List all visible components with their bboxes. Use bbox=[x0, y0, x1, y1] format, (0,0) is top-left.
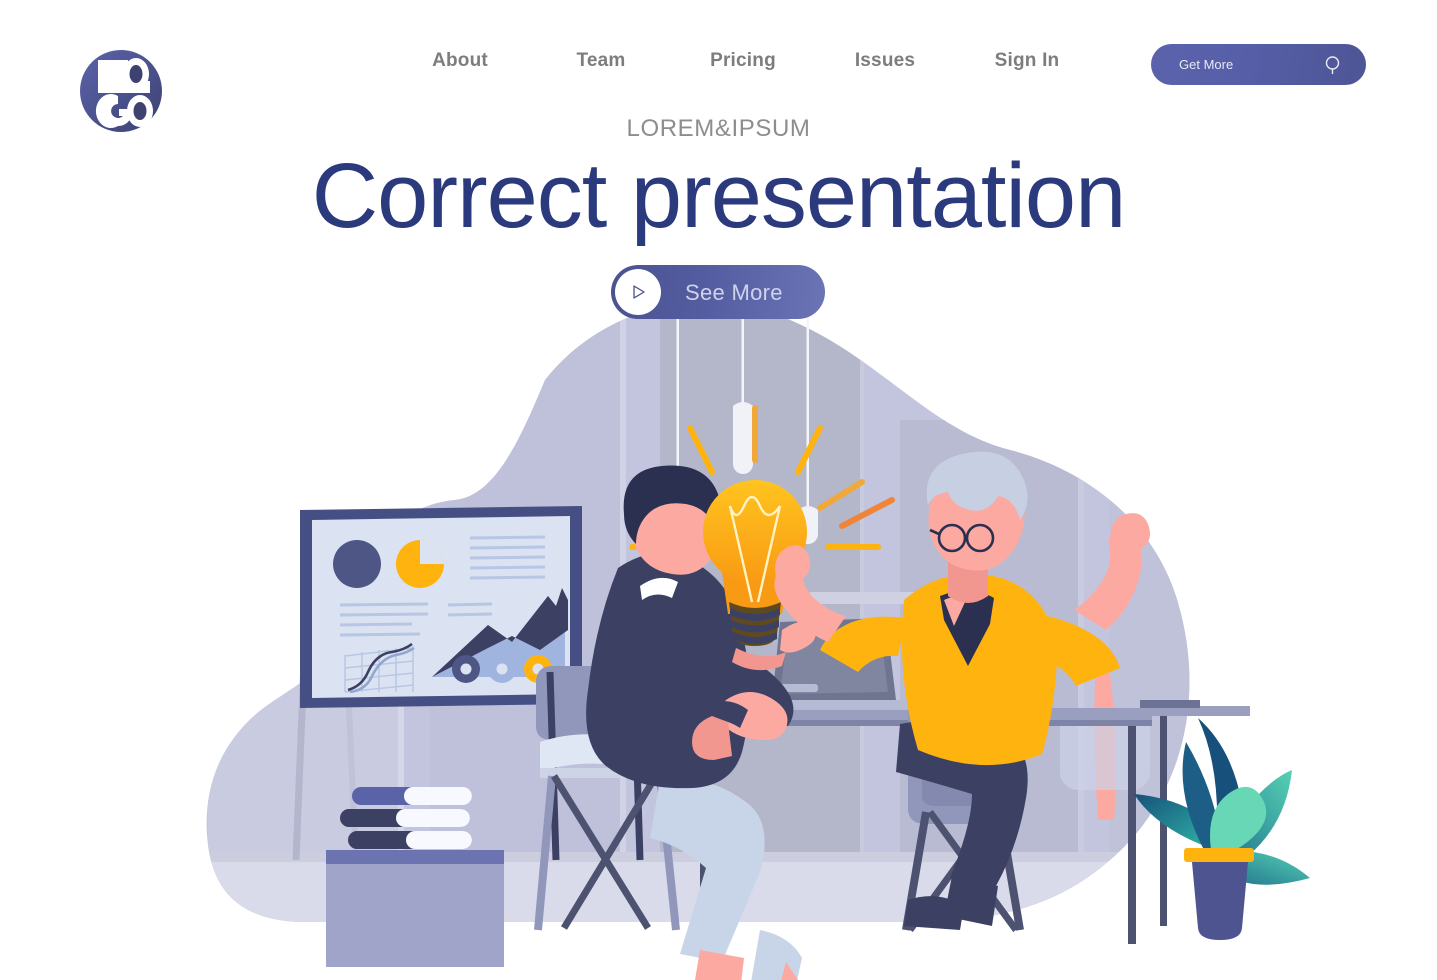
hero-kicker: LOREM&IPSUM bbox=[626, 115, 811, 142]
pie-chart-yellow bbox=[395, 540, 444, 588]
see-more-label: See More bbox=[685, 280, 783, 305]
site-header: About Team Pricing Issues Sign In Get Mo… bbox=[0, 0, 1437, 132]
main-nav: About Team Pricing Issues Sign In bbox=[390, 50, 1098, 72]
office-presentation-illustration bbox=[0, 300, 1437, 980]
pot-rim bbox=[1184, 848, 1254, 862]
nav-item-pricing[interactable]: Pricing bbox=[672, 50, 814, 72]
get-more-button[interactable]: Get More bbox=[1151, 44, 1366, 85]
nav-item-signin[interactable]: Sign In bbox=[956, 50, 1098, 72]
donut-dark-circle bbox=[333, 540, 381, 588]
nav-item-about[interactable]: About bbox=[390, 50, 530, 72]
get-more-label: Get More bbox=[1179, 57, 1234, 72]
play-icon[interactable] bbox=[615, 269, 661, 315]
pot bbox=[1192, 862, 1248, 940]
see-more-button[interactable]: See More bbox=[611, 265, 825, 319]
nav-item-issues[interactable]: Issues bbox=[814, 50, 956, 72]
landing-page: About Team Pricing Issues Sign In Get Mo… bbox=[0, 0, 1437, 980]
nav-item-team[interactable]: Team bbox=[530, 50, 672, 72]
page-title: Correct presentation bbox=[311, 145, 1127, 247]
search-icon[interactable] bbox=[1324, 55, 1344, 80]
